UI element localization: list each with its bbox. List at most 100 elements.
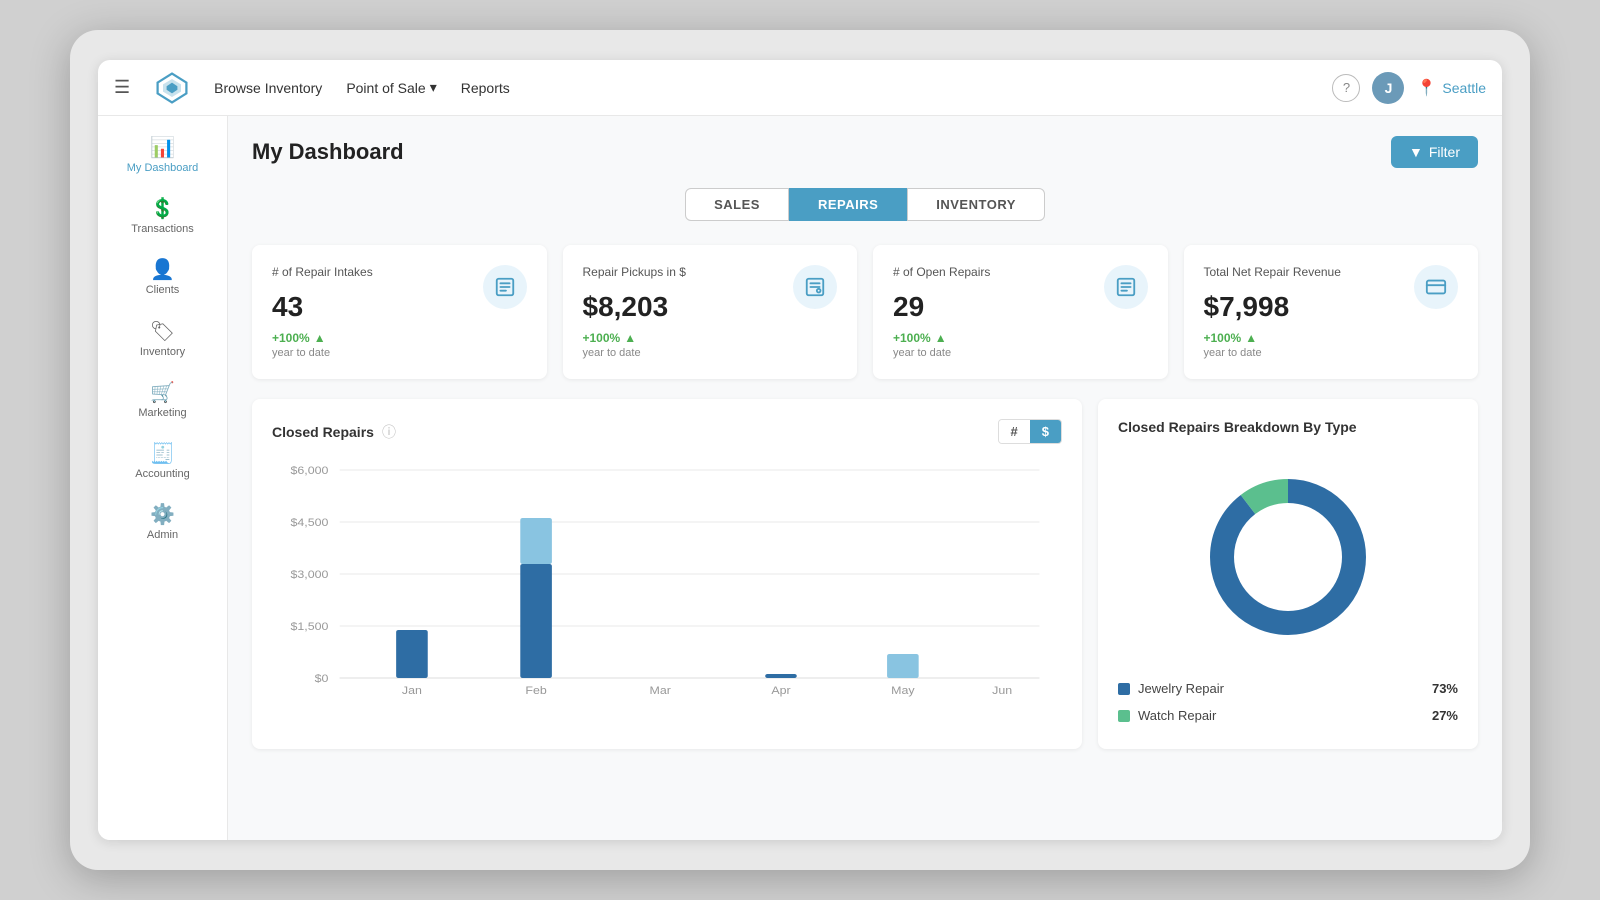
svg-text:Jan: Jan [402,685,422,697]
svg-text:$0: $0 [315,673,329,685]
sidebar-label-marketing: Marketing [138,407,186,420]
sidebar-label-admin: Admin [147,529,178,542]
browser-window: ☰ Browse Inventory Point of Sale ▾ Repor… [98,60,1502,840]
toggle-hash-button[interactable]: # [999,420,1030,443]
donut-legend: Jewelry Repair 73% Watch Repair [1118,675,1458,729]
svg-text:Mar: Mar [650,685,671,697]
dropdown-chevron-icon: ▾ [430,79,437,96]
page-title: My Dashboard [252,139,404,165]
sidebar-item-admin[interactable]: ⚙️ Admin [98,495,227,552]
page-header: My Dashboard ▼ Filter [252,136,1478,168]
legend-label-jewelry: Jewelry Repair [1138,681,1224,696]
bar-chart-title: Closed Repairs [272,424,374,440]
marketing-icon: 🛒 [150,383,175,403]
metric-icon-repair-intakes [483,265,527,309]
donut-chart-header: Closed Repairs Breakdown By Type [1118,419,1458,435]
bar-may-light [887,654,919,678]
user-avatar[interactable]: J [1372,72,1404,104]
metric-card-repair-intakes: # of Repair Intakes 43 +100% ▲ year to d… [252,245,547,379]
nav-reports[interactable]: Reports [461,80,510,96]
dashboard-icon: 📊 [150,138,175,158]
metric-card-open-repairs: # of Open Repairs 29 +100% ▲ year to dat… [873,245,1168,379]
metric-period-net-revenue: year to date [1204,347,1459,359]
sidebar-item-clients[interactable]: 👤 Clients [98,250,227,307]
sidebar: 📊 My Dashboard 💲 Transactions 👤 Clients … [98,116,228,840]
legend-left-jewelry: Jewelry Repair [1118,681,1224,696]
help-button[interactable]: ? [1332,74,1360,102]
metric-change-repair-intakes: +100% ▲ [272,331,527,345]
sidebar-item-dashboard[interactable]: 📊 My Dashboard [98,128,227,185]
legend-dot-watch [1118,710,1130,722]
info-icon: ⓘ [382,422,396,442]
legend-item-watch: Watch Repair 27% [1118,702,1458,729]
main-content: My Dashboard ▼ Filter SALES REPAIRS INVE… [228,116,1502,840]
tab-inventory[interactable]: INVENTORY [907,188,1045,221]
up-arrow-icon-2: ▲ [624,331,636,345]
charts-row: Closed Repairs ⓘ # $ [252,399,1478,749]
sidebar-item-marketing[interactable]: 🛒 Marketing [98,373,227,430]
admin-icon: ⚙️ [150,505,175,525]
nav-browse-inventory[interactable]: Browse Inventory [214,80,322,96]
sidebar-item-inventory[interactable]: 🏷 Inventory [98,312,227,369]
metric-icon-repair-pickups [793,265,837,309]
tab-repairs[interactable]: REPAIRS [789,188,907,221]
filter-icon: ▼ [1409,144,1423,160]
main-layout: 📊 My Dashboard 💲 Transactions 👤 Clients … [98,116,1502,840]
metric-card-repair-pickups: Repair Pickups in $ $8,203 +100% ▲ year … [563,245,858,379]
sidebar-label-dashboard: My Dashboard [127,162,199,175]
svg-text:Feb: Feb [525,685,547,697]
nav-point-of-sale[interactable]: Point of Sale ▾ [346,79,436,96]
svg-text:Apr: Apr [771,685,790,697]
bar-chart-card: Closed Repairs ⓘ # $ [252,399,1082,749]
tab-sales[interactable]: SALES [685,188,789,221]
clients-icon: 👤 [150,260,175,280]
bar-chart-header: Closed Repairs ⓘ # $ [272,419,1062,444]
bar-chart-title-row: Closed Repairs ⓘ [272,422,396,442]
nav-right: ? J 📍 Seattle [1332,72,1486,104]
metric-change-open-repairs: +100% ▲ [893,331,1148,345]
toggle-dollar-button[interactable]: $ [1030,420,1061,443]
sidebar-label-clients: Clients [146,284,180,297]
sidebar-label-transactions: Transactions [131,223,194,236]
sidebar-item-accounting[interactable]: 🧾 Accounting [98,434,227,491]
svg-text:May: May [891,685,915,697]
bar-chart-svg: $6,000 $4,500 $3,000 $1,500 $0 [272,460,1062,720]
metric-change-net-revenue: +100% ▲ [1204,331,1459,345]
metric-change-repair-pickups: +100% ▲ [583,331,838,345]
sidebar-label-inventory: Inventory [140,346,185,359]
metric-period-open-repairs: year to date [893,347,1148,359]
device-frame: ☰ Browse Inventory Point of Sale ▾ Repor… [70,30,1530,870]
bar-feb-light [520,518,552,564]
hamburger-icon[interactable]: ☰ [114,77,130,98]
donut-chart-card: Closed Repairs Breakdown By Type [1098,399,1478,749]
donut-chart-title: Closed Repairs Breakdown By Type [1118,419,1357,435]
metric-icon-net-revenue [1414,265,1458,309]
legend-pct-watch: 27% [1432,708,1458,723]
filter-button[interactable]: ▼ Filter [1391,136,1478,168]
donut-chart-area: Jewelry Repair 73% Watch Repair [1118,451,1458,729]
up-arrow-icon-3: ▲ [935,331,947,345]
up-arrow-icon: ▲ [314,331,326,345]
logo-icon [154,70,190,106]
location-button[interactable]: 📍 Seattle [1416,78,1486,98]
metric-period-repair-intakes: year to date [272,347,527,359]
svg-text:$3,000: $3,000 [290,569,328,581]
svg-text:$6,000: $6,000 [290,465,328,477]
inventory-icon: 🏷 [150,322,175,342]
accounting-icon: 🧾 [150,444,175,464]
metric-icon-open-repairs [1104,265,1148,309]
chart-toggle: # $ [998,419,1062,444]
legend-left-watch: Watch Repair [1118,708,1216,723]
top-nav: ☰ Browse Inventory Point of Sale ▾ Repor… [98,60,1502,116]
bar-chart-area: $6,000 $4,500 $3,000 $1,500 $0 [272,460,1062,720]
up-arrow-icon-4: ▲ [1245,331,1257,345]
tab-bar: SALES REPAIRS INVENTORY [252,188,1478,221]
bar-feb-dark [520,564,552,678]
bar-apr-dark [765,674,797,678]
legend-dot-jewelry [1118,683,1130,695]
donut-svg-wrap [1198,467,1378,647]
svg-text:$1,500: $1,500 [290,621,328,633]
metric-card-net-revenue: Total Net Repair Revenue $7,998 +100% ▲ … [1184,245,1479,379]
bar-jan-dark [396,630,428,678]
sidebar-item-transactions[interactable]: 💲 Transactions [98,189,227,246]
